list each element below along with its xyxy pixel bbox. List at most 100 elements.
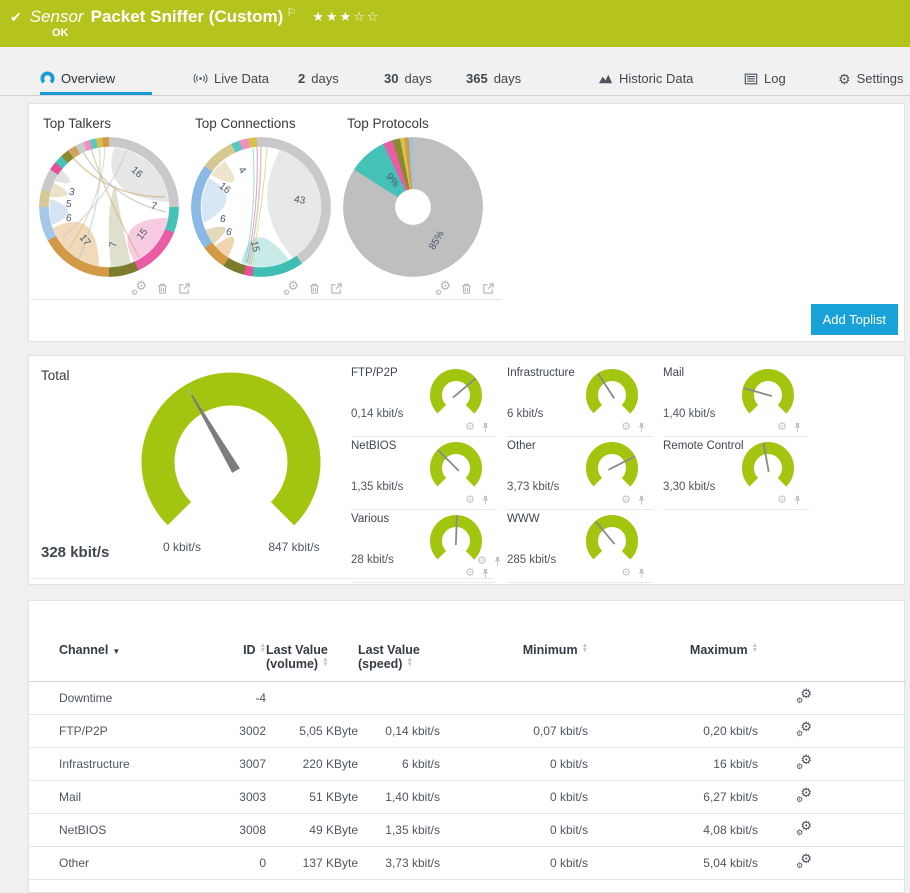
pin-icon[interactable] (480, 495, 491, 506)
pin-icon[interactable] (636, 495, 647, 506)
pin-icon[interactable] (480, 568, 491, 579)
gear-icon[interactable]: ⚙ (621, 568, 631, 579)
sort-icon: ▲▼ (752, 643, 758, 653)
gear-icon[interactable]: ⚙ (777, 422, 787, 433)
tab-365-days[interactable]: 365 days (466, 71, 521, 86)
tab-label: Settings (857, 71, 904, 86)
maximum-value: 0,20 kbit/s (588, 715, 758, 748)
channel-table: Channel▼ ID▲▼ Last Value (volume)▲▼ Last… (29, 601, 906, 880)
tab-live-data[interactable]: Live Data (193, 71, 269, 86)
gauges-panel: Total 0 kbit/s 847 kbit/s 328 kbit/s ⚙ F… (28, 355, 905, 585)
column-header-maximum[interactable]: Maximum▲▼ (588, 601, 758, 682)
channel-gauge (429, 441, 483, 495)
table-row-downtime: Downtime -4 ⚙⚙ (29, 682, 906, 715)
channel-tools: ⚙ (777, 495, 803, 506)
column-header-minimum[interactable]: Minimum▲▼ (440, 601, 588, 682)
gauge-icon (40, 71, 55, 86)
channel-gauge-other: Other 3,73 kbit/s ⚙ (507, 437, 653, 510)
channel-title: NetBIOS (351, 440, 396, 452)
open-external-icon[interactable] (482, 282, 495, 295)
maximum-value: 4,08 kbit/s (588, 814, 758, 847)
donut-chart-ring (343, 137, 483, 277)
tab-log[interactable]: Log (744, 71, 786, 86)
tab-overview[interactable]: Overview (40, 71, 115, 86)
pin-icon[interactable] (792, 495, 803, 506)
delete-icon[interactable] (308, 282, 321, 295)
gear-icon[interactable]: ⚙ (465, 422, 475, 433)
top-talkers-chord-chart[interactable]: 16 7 15 7 17 6 5 3 (39, 137, 179, 277)
total-gauge-value: 328 kbit/s (41, 544, 109, 561)
gear-icon[interactable]: ⚙ (777, 495, 787, 506)
chord-value-label: 7 (108, 241, 119, 248)
channel-settings-icon[interactable]: ⚙⚙ (796, 788, 812, 803)
channel-name: Other (29, 847, 204, 880)
pin-icon[interactable] (480, 422, 491, 433)
column-header-actions (758, 601, 906, 682)
toplist-settings-icon[interactable]: ⚙⚙ (283, 281, 299, 296)
column-header-channel[interactable]: Channel▼ (29, 601, 204, 682)
toplist-card-top-connections: Top Connections 43 15 6 6 16 4 ⚙ (183, 112, 349, 300)
tab-label: Live Data (214, 71, 269, 86)
pin-icon[interactable] (792, 422, 803, 433)
channel-value: 285 kbit/s (507, 554, 556, 566)
gear-icon[interactable]: ⚙ (621, 422, 631, 433)
last-value-speed: 3,73 kbit/s (358, 847, 440, 880)
channel-value: 1,40 kbit/s (663, 408, 715, 420)
minimum-value (440, 682, 588, 715)
tab-2-days[interactable]: 2 days (298, 71, 339, 86)
tab-30-days[interactable]: 30 days (384, 71, 432, 86)
top-protocols-donut-chart[interactable]: 85% 9% (343, 137, 483, 277)
channel-title: FTP/P2P (351, 367, 398, 379)
chord-value-label: 43 (293, 194, 306, 206)
last-value-speed: 0,14 kbit/s (358, 715, 440, 748)
channel-id: -4 (204, 682, 266, 715)
last-value-volume (266, 682, 358, 715)
channel-tools: ⚙ (621, 495, 647, 506)
gear-icon: ⚙ (838, 72, 851, 86)
gear-icon[interactable]: ⚙ (465, 568, 475, 579)
column-header-id[interactable]: ID▲▼ (204, 601, 266, 682)
last-value-volume: 49 KByte (266, 814, 358, 847)
channel-gauge-infrastructure: Infrastructure 6 kbit/s ⚙ (507, 364, 653, 437)
priority-stars[interactable]: ★★★☆☆ (312, 9, 380, 25)
channel-title: Other (507, 440, 536, 452)
status-check-icon: ✔ (10, 9, 22, 26)
toplist-settings-icon[interactable]: ⚙⚙ (435, 281, 451, 296)
column-header-last-value-volume[interactable]: Last Value (volume)▲▼ (266, 601, 358, 682)
channel-settings-icon[interactable]: ⚙⚙ (796, 722, 812, 737)
gear-icon[interactable]: ⚙ (621, 495, 631, 506)
last-value-volume: 220 KByte (266, 748, 358, 781)
last-value-volume: 51 KByte (266, 781, 358, 814)
channel-id: 3002 (204, 715, 266, 748)
top-connections-chord-chart[interactable]: 43 15 6 6 16 4 (191, 137, 331, 277)
channel-title: WWW (507, 513, 540, 525)
minimum-value: 0 kbit/s (440, 814, 588, 847)
channel-settings-icon[interactable]: ⚙⚙ (796, 689, 812, 704)
channel-gauge (741, 441, 795, 495)
sort-icon: ▲▼ (322, 657, 328, 667)
tab-settings[interactable]: ⚙ Settings (838, 71, 904, 86)
pin-icon[interactable] (636, 568, 647, 579)
flag-icon[interactable]: ⚐ (286, 6, 296, 19)
toplist-card-top-talkers: Top Talkers 16 7 15 7 17 (31, 112, 197, 300)
channel-id: 0 (204, 847, 266, 880)
toplist-settings-icon[interactable]: ⚙⚙ (131, 281, 147, 296)
log-list-icon (744, 72, 758, 86)
pin-icon[interactable] (636, 422, 647, 433)
live-signal-icon (193, 71, 208, 86)
column-header-last-value-speed[interactable]: Last Value (speed)▲▼ (358, 601, 440, 682)
tab-historic-data[interactable]: Historic Data (598, 71, 693, 86)
channel-gauges-grid: FTP/P2P 0,14 kbit/s ⚙ Infrastructure 6 k… (351, 364, 819, 583)
channel-title: Mail (663, 367, 684, 379)
channel-settings-icon[interactable]: ⚙⚙ (796, 854, 812, 869)
delete-icon[interactable] (460, 282, 473, 295)
minimum-value: 0 kbit/s (440, 748, 588, 781)
channel-settings-icon[interactable]: ⚙⚙ (796, 821, 812, 836)
channel-tools: ⚙ (465, 422, 491, 433)
add-toplist-button[interactable]: Add Toplist (811, 304, 898, 335)
toplist-title: Top Protocols (337, 116, 499, 131)
gear-icon[interactable]: ⚙ (465, 495, 475, 506)
delete-icon[interactable] (156, 282, 169, 295)
last-value-speed (358, 682, 440, 715)
channel-settings-icon[interactable]: ⚙⚙ (796, 755, 812, 770)
